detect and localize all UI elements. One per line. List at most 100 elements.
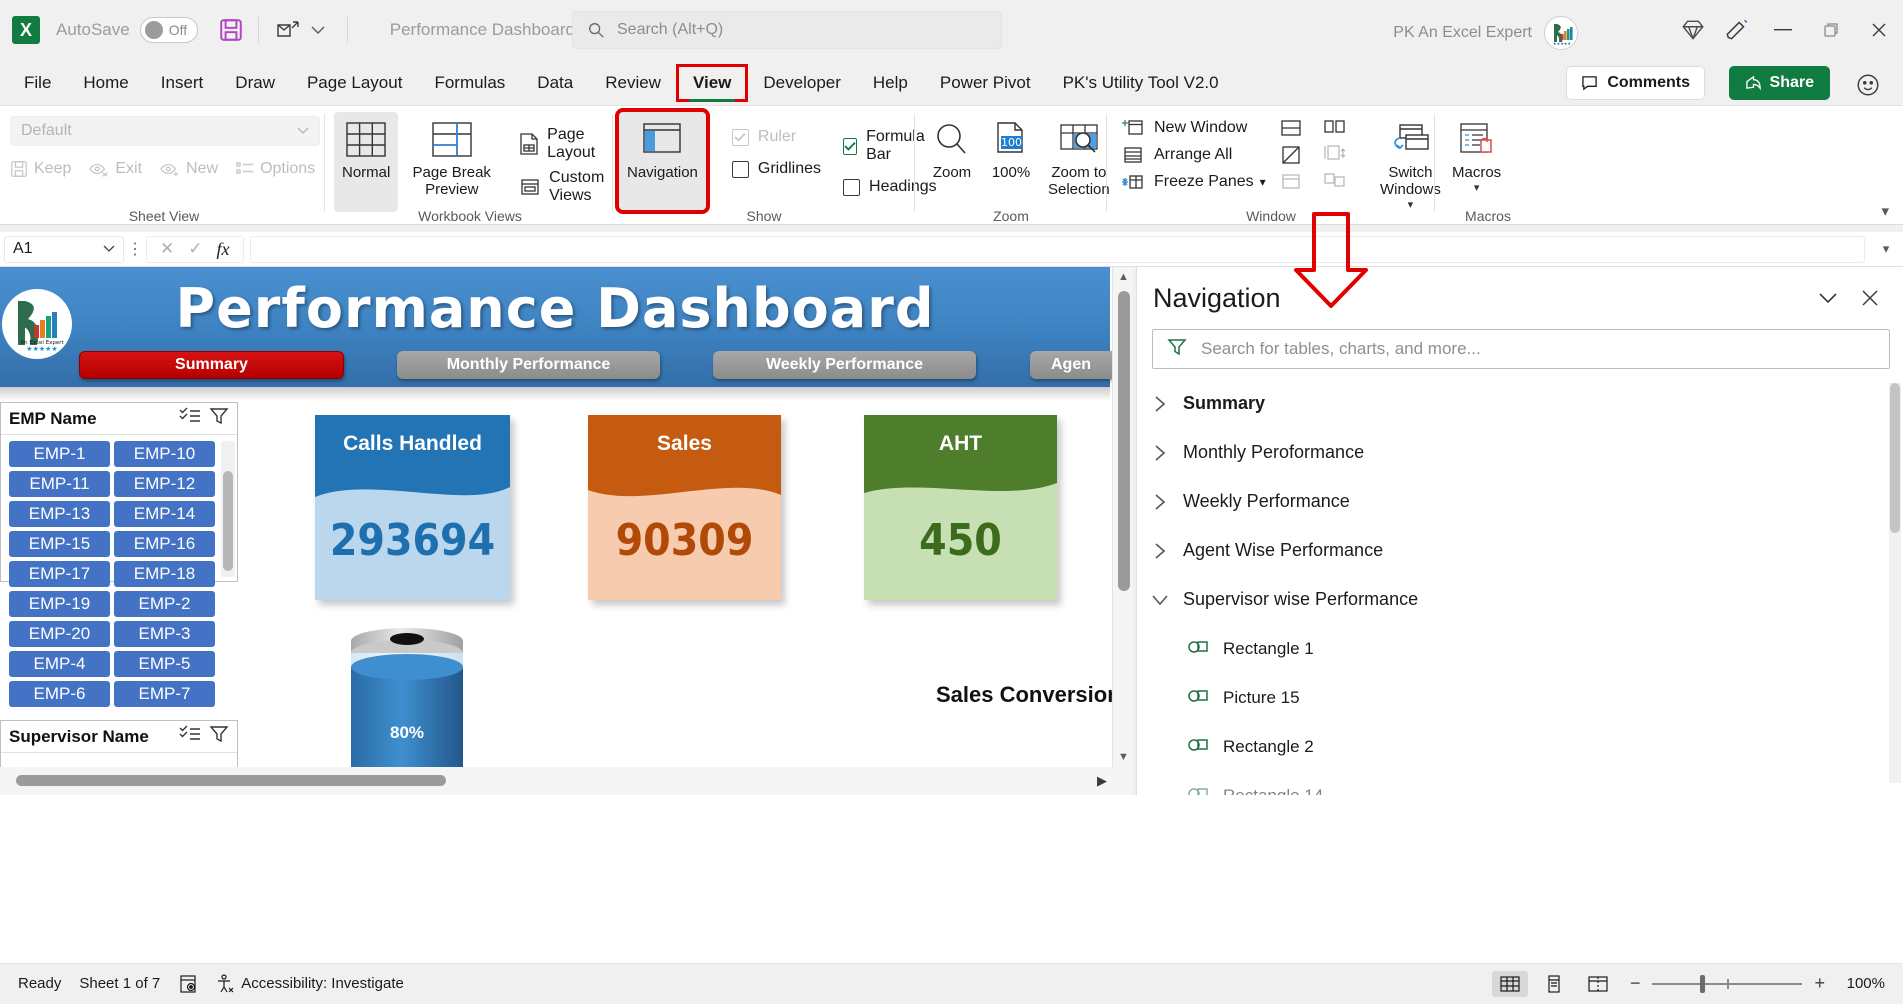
new-window-button[interactable]: New Window	[1120, 118, 1266, 138]
slicer-emp-name[interactable]: EMP Name EMP-1 EMP-10 EMP-11 EMP-12 EMP-…	[0, 402, 238, 707]
gridlines-checkbox[interactable]	[731, 160, 749, 178]
normal-view-status-button[interactable]	[1491, 970, 1528, 997]
chevron-right-icon[interactable]	[1137, 395, 1183, 413]
worksheet-canvas[interactable]: Performance Dashboard An Excel Expert ★★…	[0, 267, 1133, 767]
nav-item-rectangle-2[interactable]: Rectangle 2	[1137, 722, 1903, 771]
slicer-supervisor-name[interactable]: Supervisor Name	[0, 720, 238, 767]
confirm-entry-icon[interactable]: ✓	[188, 239, 202, 259]
navigation-pane-close-icon[interactable]	[1849, 277, 1891, 319]
slicer-item[interactable]: EMP-17	[9, 561, 110, 587]
navigation-scrollbar[interactable]	[1889, 383, 1901, 783]
chevron-down-icon[interactable]	[103, 240, 115, 258]
navigation-button[interactable]: Navigation	[615, 108, 710, 214]
macros-button[interactable]: Macros ▾	[1444, 112, 1509, 198]
name-box[interactable]: A1	[4, 235, 124, 263]
synchronous-scrolling-button[interactable]	[1322, 143, 1356, 163]
diamond-icon[interactable]	[1671, 8, 1715, 52]
account-area[interactable]: PK An Excel Expert ★★★★★	[1393, 16, 1578, 50]
chevron-down-icon[interactable]: ▾	[1474, 181, 1480, 194]
ruler-checkbox-row[interactable]: Ruler	[731, 128, 821, 146]
navigation-pane-collapse-icon[interactable]	[1807, 277, 1849, 319]
slicer-item[interactable]: EMP-2	[114, 591, 215, 617]
navigation-search-input[interactable]: Search for tables, charts, and more...	[1152, 329, 1890, 369]
nav-item-summary[interactable]: Summary	[1137, 379, 1903, 428]
tab-view[interactable]: View	[675, 63, 749, 102]
restore-button[interactable]	[1807, 7, 1855, 53]
chevron-right-icon[interactable]	[1137, 493, 1183, 511]
tab-review[interactable]: Review	[591, 67, 675, 99]
chevron-right-icon[interactable]	[1137, 542, 1183, 560]
multi-select-icon[interactable]	[179, 407, 201, 430]
clear-filter-icon[interactable]	[209, 725, 229, 748]
multi-select-icon[interactable]	[179, 725, 201, 748]
nav-item-supervisor-wise-performance[interactable]: Supervisor wise Performance	[1137, 575, 1903, 624]
headings-checkbox[interactable]	[843, 178, 861, 196]
slicer-item[interactable]: EMP-1	[9, 441, 110, 467]
comments-button[interactable]: Comments	[1566, 66, 1705, 100]
split-button[interactable]	[1278, 118, 1312, 138]
ruler-checkbox[interactable]	[731, 128, 749, 146]
slicer-item[interactable]: EMP-12	[114, 471, 215, 497]
normal-view-button[interactable]: Normal	[334, 112, 399, 212]
slicer-item[interactable]: EMP-6	[9, 681, 110, 707]
dashboard-tab-summary[interactable]: Summary	[79, 351, 344, 379]
freeze-panes-button[interactable]: Freeze Panes ▾	[1120, 172, 1266, 192]
sheet-view-exit-button[interactable]: Exit	[89, 160, 142, 178]
slicer-item[interactable]: EMP-13	[9, 501, 110, 527]
unhide-button[interactable]	[1278, 172, 1312, 192]
tab-pk-utility-tool[interactable]: PK's Utility Tool V2.0	[1049, 67, 1233, 99]
collapse-ribbon-button[interactable]: ▾	[1881, 202, 1889, 220]
minimize-button[interactable]	[1759, 7, 1807, 53]
feedback-smiley-icon[interactable]	[1855, 72, 1881, 98]
chevron-right-icon[interactable]	[1137, 444, 1183, 462]
tab-help[interactable]: Help	[859, 67, 922, 99]
share-attachment-icon[interactable]	[273, 17, 303, 43]
zoom-in-button[interactable]: +	[1814, 973, 1825, 994]
zoom-slider-track[interactable]	[1652, 974, 1803, 993]
nav-item-rectangle-14[interactable]: Rectangle 14	[1137, 771, 1903, 795]
tab-draw[interactable]: Draw	[221, 67, 289, 99]
slicer-scrollbar-thumb[interactable]	[223, 471, 233, 571]
close-button[interactable]	[1855, 7, 1903, 53]
arrange-all-button[interactable]: Arrange All	[1120, 145, 1266, 165]
gridlines-checkbox-row[interactable]: Gridlines	[731, 160, 821, 178]
share-button[interactable]: Share	[1728, 66, 1830, 100]
save-icon[interactable]	[218, 17, 244, 43]
slicer-item[interactable]: EMP-16	[114, 531, 215, 557]
scroll-down-icon[interactable]: ▼	[1113, 747, 1134, 767]
clear-filter-icon[interactable]	[209, 407, 229, 430]
chevron-down-icon[interactable]: ▾	[1260, 175, 1266, 189]
custom-views-button[interactable]: Custom Views	[519, 169, 610, 205]
page-layout-status-button[interactable]	[1536, 971, 1572, 997]
customize-quick-access-icon[interactable]	[303, 17, 333, 43]
nav-item-picture-15[interactable]: Picture 15	[1137, 673, 1903, 722]
formula-bar-options-icon[interactable]: ⋮	[124, 239, 146, 259]
formula-bar-checkbox[interactable]	[843, 137, 858, 155]
slicer-item[interactable]: EMP-20	[9, 621, 110, 647]
nav-item-rectangle-1[interactable]: Rectangle 1	[1137, 624, 1903, 673]
sheet-view-keep-button[interactable]: Keep	[10, 160, 71, 178]
slicer-item[interactable]: EMP-3	[114, 621, 215, 647]
zoom-out-button[interactable]: −	[1630, 973, 1641, 994]
zoom-100-button[interactable]: 100 100%	[982, 112, 1040, 202]
tab-home[interactable]: Home	[69, 67, 142, 99]
hide-button[interactable]	[1278, 145, 1312, 165]
autosave-toggle[interactable]: Off	[139, 17, 198, 43]
page-break-preview-status-button[interactable]	[1580, 971, 1616, 997]
dashboard-tab-weekly-performance[interactable]: Weekly Performance	[713, 351, 976, 379]
slicer-item[interactable]: EMP-10	[114, 441, 215, 467]
sheet-view-combo[interactable]: Default	[10, 116, 320, 146]
slicer-item[interactable]: EMP-15	[9, 531, 110, 557]
worksheet-vertical-scrollbar[interactable]: ▲ ▼	[1112, 267, 1133, 767]
pen-highlight-icon[interactable]	[1715, 8, 1759, 52]
cancel-entry-icon[interactable]: ✕	[160, 239, 174, 259]
sheet-view-new-button[interactable]: New	[160, 160, 218, 178]
slicer-item[interactable]: EMP-4	[9, 651, 110, 677]
tab-file[interactable]: File	[10, 67, 65, 99]
worksheet-horizontal-scrollbar[interactable]: ▶	[0, 767, 1133, 795]
zoom-level-label[interactable]: 100%	[1835, 975, 1885, 992]
nav-item-weekly-performance[interactable]: Weekly Performance	[1137, 477, 1903, 526]
slicer-item[interactable]: EMP-14	[114, 501, 215, 527]
formula-input[interactable]	[249, 235, 1865, 263]
chevron-down-icon[interactable]	[1137, 593, 1183, 607]
